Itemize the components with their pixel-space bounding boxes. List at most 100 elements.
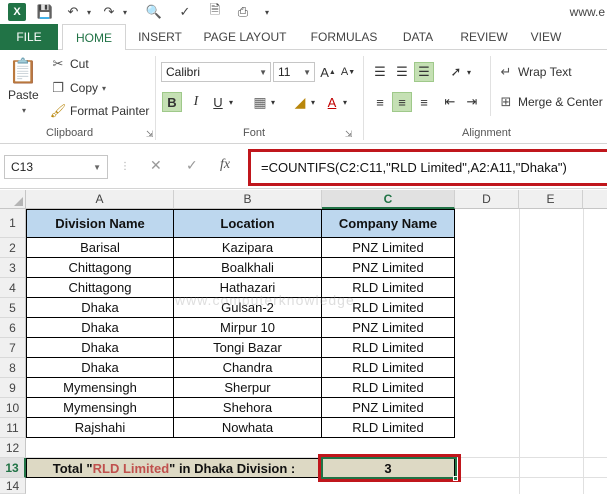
company-cell[interactable]: PNZ Limited	[322, 398, 455, 418]
company-cell[interactable]: RLD Limited	[322, 338, 455, 358]
align-left-icon[interactable]: ≡	[370, 92, 390, 112]
location-cell[interactable]: Sherpur	[174, 378, 322, 398]
shrink-font-button[interactable]: A ▼	[338, 62, 358, 82]
tab-formulas[interactable]: FORMULAS	[302, 24, 386, 50]
header-cell-division[interactable]: Division Name	[26, 209, 174, 238]
merge-center-button[interactable]: ⊞ Merge & Center	[498, 94, 603, 110]
company-cell[interactable]: PNZ Limited	[322, 238, 455, 258]
company-cell[interactable]: PNZ Limited	[322, 318, 455, 338]
redo-icon[interactable]: ↷	[100, 3, 118, 21]
header-cell-location[interactable]: Location	[174, 209, 322, 238]
copy-button[interactable]: ❐ Copy ▾	[50, 80, 106, 96]
new-file-icon[interactable]: 🗎	[206, 2, 224, 21]
location-cell[interactable]: Mirpur 10	[174, 318, 322, 338]
row-header[interactable]: 13	[0, 458, 26, 478]
tab-data[interactable]: DATA	[392, 24, 444, 50]
align-top-icon[interactable]: ☰	[370, 62, 390, 82]
font-name-select[interactable]: Calibri ▼	[161, 62, 271, 82]
column-header-b[interactable]: B	[174, 190, 322, 209]
row-header[interactable]: 7	[0, 338, 26, 358]
division-cell[interactable]: Dhaka	[26, 358, 174, 378]
company-cell[interactable]: RLD Limited	[322, 418, 455, 438]
company-cell[interactable]: RLD Limited	[322, 358, 455, 378]
underline-button[interactable]: U	[208, 92, 228, 112]
tab-home[interactable]: HOME	[62, 24, 126, 51]
orientation-dropdown-icon[interactable]: ▾	[464, 62, 474, 82]
spelling-icon[interactable]: ✓	[176, 3, 194, 21]
row-header[interactable]: 2	[0, 238, 26, 258]
division-cell[interactable]: Chittagong	[26, 278, 174, 298]
tab-page-layout[interactable]: PAGE LAYOUT	[196, 24, 294, 50]
formula-input[interactable]: =COUNTIFS(C2:C11,"RLD Limited",A2:A11,"D…	[248, 149, 607, 186]
redo-dropdown-icon[interactable]: ▾	[120, 3, 130, 21]
cut-button[interactable]: ✂ Cut	[50, 56, 89, 72]
division-cell[interactable]: Dhaka	[26, 318, 174, 338]
tab-review[interactable]: REVIEW	[452, 24, 516, 50]
font-launcher-icon[interactable]: ⇲	[345, 129, 353, 140]
undo-dropdown-icon[interactable]: ▾	[84, 3, 94, 21]
fill-color-icon[interactable]: ◢	[290, 92, 310, 112]
column-header-e[interactable]: E	[519, 190, 583, 209]
enter-icon[interactable]: ✓	[186, 157, 198, 174]
column-header-c[interactable]: C	[322, 190, 455, 209]
row-header[interactable]: 1	[0, 209, 26, 238]
paste-button[interactable]: 📋 Paste	[8, 56, 39, 103]
tab-view[interactable]: VIEW	[522, 24, 570, 50]
copy-dropdown-icon[interactable]: ▾	[102, 84, 106, 93]
undo-icon[interactable]: ↶	[64, 3, 82, 21]
row-header[interactable]: 5	[0, 298, 26, 318]
location-cell[interactable]: Nowhata	[174, 418, 322, 438]
worksheet-grid[interactable]: A B C D E 1 2 3 4 5 6 7 8 9 10 11 12 13 …	[0, 190, 607, 494]
tab-file[interactable]: FILE	[0, 24, 58, 50]
align-middle-icon[interactable]: ☰	[392, 62, 412, 82]
column-header-d[interactable]: D	[455, 190, 519, 209]
row-header[interactable]: 9	[0, 378, 26, 398]
row-header[interactable]: 3	[0, 258, 26, 278]
decrease-indent-icon[interactable]: ⇤	[440, 92, 460, 112]
division-cell[interactable]: Chittagong	[26, 258, 174, 278]
column-header-f[interactable]	[583, 190, 607, 209]
division-cell[interactable]: Dhaka	[26, 338, 174, 358]
name-box[interactable]: C13 ▼	[4, 155, 108, 179]
division-cell[interactable]: Mymensingh	[26, 378, 174, 398]
fill-handle[interactable]	[453, 476, 458, 481]
column-header-a[interactable]: A	[26, 190, 174, 209]
location-cell[interactable]: Tongi Bazar	[174, 338, 322, 358]
italic-button[interactable]: I	[186, 92, 206, 112]
underline-dropdown-icon[interactable]: ▾	[226, 92, 236, 112]
header-cell-company[interactable]: Company Name	[322, 209, 455, 238]
row-header[interactable]: 8	[0, 358, 26, 378]
row-header[interactable]: 11	[0, 418, 26, 438]
align-center-icon[interactable]: ≡	[392, 92, 412, 112]
align-right-icon[interactable]: ≡	[414, 92, 434, 112]
borders-icon[interactable]: ▦	[250, 92, 270, 112]
row-header[interactable]: 12	[0, 438, 26, 458]
font-color-icon[interactable]: A	[322, 92, 342, 112]
location-cell[interactable]: Shehora	[174, 398, 322, 418]
wrap-text-button[interactable]: ↵ Wrap Text	[498, 64, 572, 80]
division-cell[interactable]: Barisal	[26, 238, 174, 258]
division-cell[interactable]: Mymensingh	[26, 398, 174, 418]
row-header[interactable]: 4	[0, 278, 26, 298]
tab-insert[interactable]: INSERT	[130, 24, 190, 50]
insert-function-icon[interactable]: fx	[220, 157, 230, 173]
location-cell[interactable]: Boalkhali	[174, 258, 322, 278]
grow-font-button[interactable]: A ▲	[318, 62, 338, 82]
company-cell[interactable]: RLD Limited	[322, 378, 455, 398]
align-bottom-icon[interactable]: ☰	[414, 62, 434, 82]
orientation-icon[interactable]: ➚	[446, 62, 466, 82]
customize-qat-icon[interactable]: ▾	[262, 3, 272, 21]
format-painter-button[interactable]: 🖌 Format Painter	[50, 103, 150, 119]
row-header[interactable]: 10	[0, 398, 26, 418]
quick-print-icon[interactable]: ⎙	[234, 3, 252, 21]
increase-indent-icon[interactable]: ⇥	[462, 92, 482, 112]
save-icon[interactable]: 💾	[36, 3, 54, 21]
company-cell[interactable]: PNZ Limited	[322, 258, 455, 278]
total-value-cell[interactable]: 3	[322, 458, 455, 478]
bold-button[interactable]: B	[162, 92, 182, 112]
font-color-dropdown-icon[interactable]: ▾	[340, 92, 350, 112]
print-preview-icon[interactable]: 🔍	[145, 3, 163, 21]
select-all-button[interactable]	[0, 190, 26, 209]
total-label-cell[interactable]: Total " RLD Limited " in Dhaka Division :	[26, 458, 322, 478]
font-size-select[interactable]: 11 ▼	[273, 62, 315, 82]
